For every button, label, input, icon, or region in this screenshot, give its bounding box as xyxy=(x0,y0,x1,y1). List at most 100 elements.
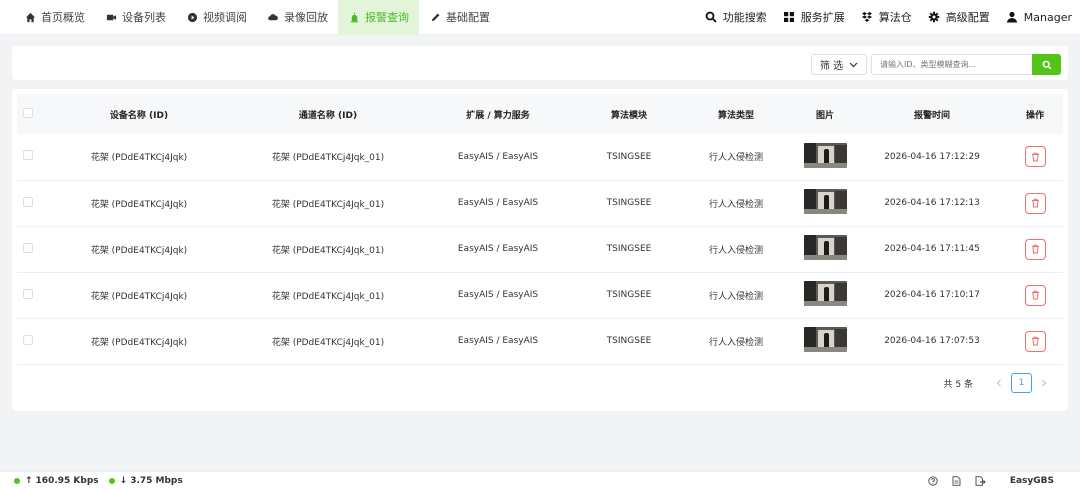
delete-button[interactable] xyxy=(1024,284,1046,306)
user-icon xyxy=(1006,11,1019,24)
header-module: 算法模块 xyxy=(579,94,679,134)
algorithm-store-button[interactable]: 算法仓 xyxy=(861,9,912,25)
device-cell: 花架 (PDdE4TKCj4Jqk) xyxy=(39,318,239,365)
service-cell: EasyAIS / EasyAIS xyxy=(417,180,579,227)
type-cell: 行人入侵检测 xyxy=(679,272,793,319)
device-cell: 花架 (PDdE4TKCj4Jqk) xyxy=(39,226,239,273)
time-cell: 2026-04-16 17:10:17 xyxy=(857,272,1007,319)
header-device: 设备名称 (ID) xyxy=(39,94,239,134)
time-cell: 2026-04-16 17:07:53 xyxy=(857,318,1007,365)
nav-item-home[interactable]: 首页概览 xyxy=(14,0,95,35)
row-checkbox[interactable] xyxy=(23,288,33,299)
algorithm-store-label: 算法仓 xyxy=(878,11,912,24)
nav-item-config[interactable]: 基础配置 xyxy=(419,0,500,35)
page-number-current[interactable]: 1 xyxy=(1011,373,1032,393)
document-icon[interactable] xyxy=(952,475,961,486)
actions-cell xyxy=(1007,272,1063,319)
time-cell: 2026-04-16 17:11:45 xyxy=(857,226,1007,273)
nav-right: 功能搜索 服务扩展 算法仓 高级配置 Manager xyxy=(689,0,1080,35)
module-cell: TSINGSEE xyxy=(579,134,679,181)
advanced-config-label: 高级配置 xyxy=(945,11,990,24)
header-type: 算法类型 xyxy=(679,94,793,134)
search-input[interactable] xyxy=(871,54,1032,75)
table-row: 花架 (PDdE4TKCj4Jqk) 花架 (PDdE4TKCj4Jqk_01)… xyxy=(17,180,1063,227)
image-cell xyxy=(793,134,857,181)
trash-icon xyxy=(1031,290,1040,300)
select-all-checkbox[interactable] xyxy=(23,107,33,118)
service-cell: EasyAIS / EasyAIS xyxy=(417,134,579,181)
alarm-snapshot-thumbnail[interactable] xyxy=(803,142,847,168)
row-checkbox[interactable] xyxy=(23,334,33,345)
download-speed-value: 3.75 Mbps xyxy=(130,475,183,486)
table-row: 花架 (PDdE4TKCj4Jqk) 花架 (PDdE4TKCj4Jqk_01)… xyxy=(17,134,1063,181)
upload-speed: ↑ 160.95 Kbps xyxy=(14,476,99,486)
nav-item-alarm[interactable]: 报警查询 xyxy=(338,0,419,35)
alarm-snapshot-thumbnail[interactable] xyxy=(803,189,847,214)
next-page-button[interactable] xyxy=(1038,379,1050,387)
delete-button[interactable] xyxy=(1024,192,1046,214)
function-search-label: 功能搜索 xyxy=(722,11,767,24)
service-cell: EasyAIS / EasyAIS xyxy=(417,318,579,365)
row-select-cell xyxy=(17,318,39,365)
status-bar: ↑ 160.95 Kbps ↓ 3.75 Mbps EasyGBS xyxy=(0,471,1080,489)
device-cell: 花架 (PDdE4TKCj4Jqk) xyxy=(39,180,239,227)
row-select-cell xyxy=(17,134,39,181)
delete-button[interactable] xyxy=(1024,330,1046,352)
nav-item-label: 录像回放 xyxy=(284,11,328,24)
service-extension-button[interactable]: 服务扩展 xyxy=(783,9,845,25)
search-button[interactable] xyxy=(1032,54,1061,75)
select-all-cell xyxy=(17,94,39,134)
time-cell: 2026-04-16 17:12:13 xyxy=(857,180,1007,227)
actions-cell xyxy=(1007,318,1063,365)
help-icon[interactable] xyxy=(928,475,938,486)
alarm-snapshot-thumbnail[interactable] xyxy=(803,327,847,352)
alarm-icon xyxy=(348,11,360,23)
brand-label: EasyGBS xyxy=(1009,475,1054,486)
row-checkbox[interactable] xyxy=(23,196,33,207)
home-icon xyxy=(24,11,36,23)
type-cell: 行人入侵检测 xyxy=(679,180,793,227)
online-dot xyxy=(108,477,115,484)
module-cell: TSINGSEE xyxy=(579,180,679,227)
grid-icon xyxy=(783,11,796,24)
image-cell xyxy=(793,180,857,227)
channel-cell: 花架 (PDdE4TKCj4Jqk_01) xyxy=(239,180,417,227)
type-cell: 行人入侵检测 xyxy=(679,318,793,365)
trash-icon xyxy=(1031,336,1040,346)
row-select-cell xyxy=(17,180,39,227)
alarm-snapshot-thumbnail[interactable] xyxy=(803,281,847,306)
status-right: EasyGBS xyxy=(914,476,1080,486)
chevron-right-icon xyxy=(1041,379,1047,387)
prev-page-button[interactable] xyxy=(993,379,1005,387)
service-cell: EasyAIS / EasyAIS xyxy=(417,272,579,319)
chevron-down-icon xyxy=(849,62,858,68)
image-cell xyxy=(793,318,857,365)
row-checkbox[interactable] xyxy=(23,242,33,253)
alarm-snapshot-thumbnail[interactable] xyxy=(803,235,847,260)
delete-button[interactable] xyxy=(1024,238,1046,260)
header-channel: 通道名称 (ID) xyxy=(239,94,417,134)
nav-item-playback[interactable]: 录像回放 xyxy=(257,0,338,35)
actions-cell xyxy=(1007,226,1063,273)
advanced-config-button[interactable]: 高级配置 xyxy=(928,9,990,25)
nav-item-devices[interactable]: 设备列表 xyxy=(95,0,176,35)
module-cell: TSINGSEE xyxy=(579,318,679,365)
main-nav: 首页概览 设备列表 视频调阅 录像回放 报警查询 基础配置 xyxy=(0,0,500,35)
row-select-cell xyxy=(17,272,39,319)
delete-button[interactable] xyxy=(1024,146,1046,168)
device-cell: 花架 (PDdE4TKCj4Jqk) xyxy=(39,134,239,181)
row-checkbox[interactable] xyxy=(23,150,33,161)
arrow-down-icon: ↓ xyxy=(119,475,128,486)
nav-item-video[interactable]: 视频调阅 xyxy=(176,0,257,35)
search-icon xyxy=(1042,60,1052,70)
arrow-up-icon: ↑ xyxy=(25,475,33,486)
header-service: 扩展 / 算力服务 xyxy=(417,94,579,134)
image-cell xyxy=(793,272,857,319)
channel-cell: 花架 (PDdE4TKCj4Jqk_01) xyxy=(239,134,417,181)
function-search-button[interactable]: 功能搜索 xyxy=(705,9,767,25)
upload-speed-value: 160.95 Kbps xyxy=(35,475,99,486)
export-icon[interactable] xyxy=(975,475,986,486)
search-icon xyxy=(705,11,718,24)
user-menu[interactable]: Manager xyxy=(1006,11,1072,24)
filter-select[interactable]: 筛 选 xyxy=(811,54,867,75)
